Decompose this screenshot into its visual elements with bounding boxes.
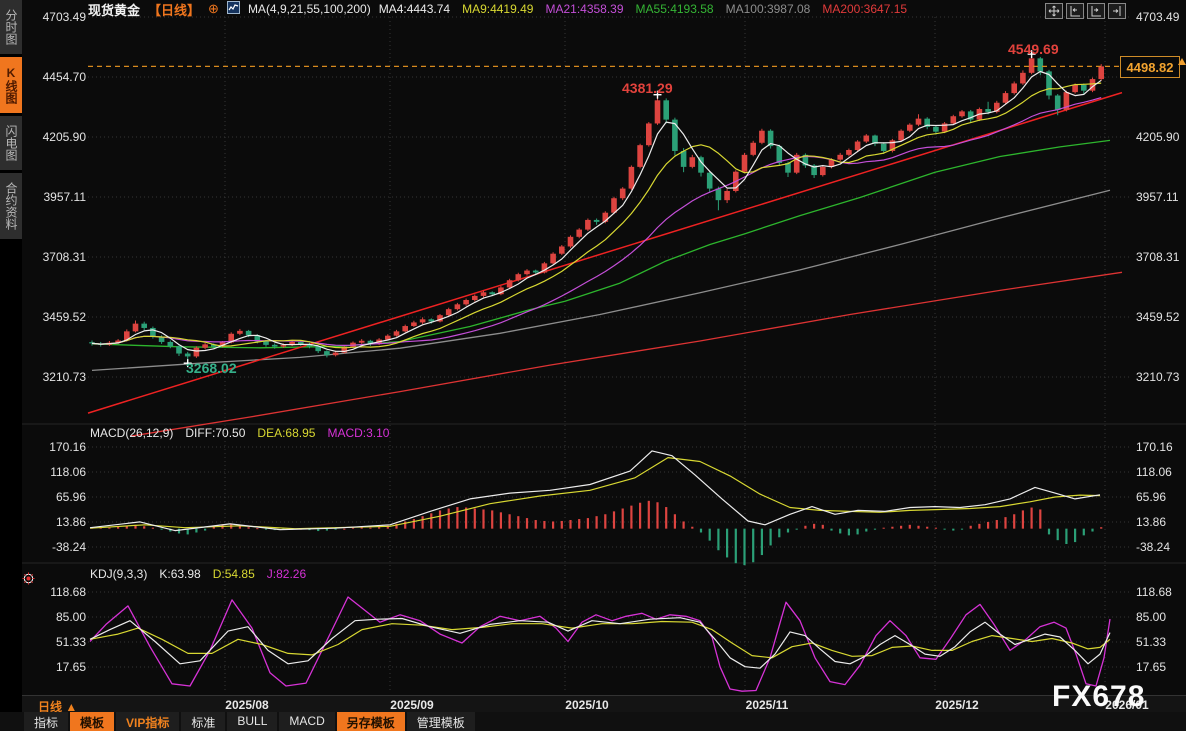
y-axis-label: 65.96 — [1136, 490, 1186, 504]
tab-模板[interactable]: 模板 — [70, 712, 114, 731]
macd-label-row: MACD(26,12,9) DIFF:70.50 DEA:68.95 MACD:… — [90, 426, 389, 440]
y-axis-label: 17.65 — [28, 660, 86, 674]
y-axis-label: 85.00 — [28, 610, 86, 624]
y-axis-label: 51.33 — [28, 635, 86, 649]
ma-value-label: MA55:4193.58 — [636, 2, 714, 16]
y-axis-label: 51.33 — [1136, 635, 1186, 649]
price-up-arrow-icon — [1178, 58, 1186, 65]
tab-标准[interactable]: 标准 — [181, 712, 225, 731]
kdj-label-row: KDJ(9,3,3) K:63.98 D:54.85 J:82.26 — [90, 567, 306, 581]
y-axis-label: 170.16 — [28, 440, 86, 454]
annotation-peak-oct: 4381.29 — [622, 80, 673, 96]
move-right-icon[interactable] — [1108, 3, 1126, 19]
period-badge: 【日线】 — [148, 0, 200, 19]
y-axis-label: 3957.11 — [28, 190, 86, 204]
compress-right-icon[interactable] — [1087, 3, 1105, 19]
y-axis-label: 3459.52 — [28, 310, 86, 324]
y-axis-label: 4205.90 — [1136, 130, 1186, 144]
y-axis-label: 118.68 — [28, 585, 86, 599]
sidebar-item-合约资料[interactable]: 合约资料 — [0, 173, 22, 239]
compress-left-icon[interactable] — [1066, 3, 1084, 19]
y-axis-label: 4454.70 — [28, 70, 86, 84]
ma-legend: MA4:4443.74 MA9:4419.49 MA21:4358.39 MA55:4… — [379, 2, 907, 16]
y-axis-label: 4703.49 — [28, 10, 86, 24]
sidebar: 分时图 K线图闪电图合约资料 — [0, 0, 22, 731]
kdj-d-value: D:54.85 — [213, 567, 255, 581]
tab-VIP指标[interactable]: VIP指标 — [116, 712, 179, 731]
y-axis-label: 65.96 — [28, 490, 86, 504]
x-axis-date: 2025/08 — [225, 698, 268, 712]
y-axis-label: 3708.31 — [1136, 250, 1186, 264]
annotation-low-aug: 3268.02 — [186, 360, 237, 376]
ma-value-label: MA21:4358.39 — [545, 2, 623, 16]
macd-diff-value: DIFF:70.50 — [185, 426, 245, 440]
add-indicator-icon[interactable]: ⊕ — [208, 3, 219, 15]
sidebar-item-闪电图[interactable]: 闪电图 — [0, 116, 22, 170]
annotation-peak-dec: 4549.69 — [1008, 41, 1059, 57]
y-axis-label: 3708.31 — [28, 250, 86, 264]
ma-value-label: MA4:4443.74 — [379, 2, 450, 16]
chart-canvas[interactable] — [0, 0, 1186, 731]
x-axis-date: 2025/10 — [565, 698, 608, 712]
y-axis-label: 3957.11 — [1136, 190, 1186, 204]
tab-管理模板[interactable]: 管理模板 — [407, 712, 475, 731]
y-axis-label: 4703.49 — [1136, 10, 1186, 24]
kdj-j-value: J:82.26 — [267, 567, 306, 581]
x-axis-date: 2025/12 — [935, 698, 978, 712]
y-axis-label: 118.68 — [1136, 585, 1186, 599]
y-axis-label: -38.24 — [28, 540, 86, 554]
y-axis-label: 85.00 — [1136, 610, 1186, 624]
symbol-title: 现货黄金 — [88, 0, 140, 19]
watermark: FX678 — [1052, 680, 1145, 714]
x-axis-date: 2025/09 — [390, 698, 433, 712]
y-axis-label: 118.06 — [28, 465, 86, 479]
y-axis-label: 13.86 — [1136, 515, 1186, 529]
tab-BULL[interactable]: BULL — [227, 712, 277, 731]
bottom-toolbar: 指标模板VIP指标标准BULLMACD另存模板管理模板 — [0, 712, 1186, 731]
ma-value-label: MA9:4419.49 — [462, 2, 533, 16]
macd-title: MACD(26,12,9) — [90, 426, 173, 440]
y-axis-label: 17.65 — [1136, 660, 1186, 674]
current-price-box: 4498.82 — [1120, 56, 1180, 78]
tab-指标[interactable]: 指标 — [24, 712, 68, 731]
app-window: 分时图 K线图闪电图合约资料 现货黄金【日线】 ⊕ MA(4,9,21,55,100… — [0, 0, 1186, 731]
kdj-k-value: K:63.98 — [159, 567, 200, 581]
x-axis-strip: 日线 ▲ 2025/082025/092025/102025/112025/12… — [22, 695, 1186, 713]
alert-icon — [22, 572, 35, 590]
y-axis-label: 3210.73 — [28, 370, 86, 384]
macd-dea-value: DEA:68.95 — [257, 426, 315, 440]
y-axis-label: 170.16 — [1136, 440, 1186, 454]
ma-value-label: MA200:3647.15 — [822, 2, 907, 16]
tab-另存模板[interactable]: 另存模板 — [337, 712, 405, 731]
tab-MACD[interactable]: MACD — [279, 712, 334, 731]
y-axis-label: 3459.52 — [1136, 310, 1186, 324]
ma-value-label: MA100:3987.08 — [726, 2, 811, 16]
x-axis-date: 2025/11 — [746, 698, 789, 712]
y-axis-label: 13.86 — [28, 515, 86, 529]
ma-settings-label: MA(4,9,21,55,100,200) — [248, 2, 371, 16]
sidebar-item-K线图[interactable]: K线图 — [0, 57, 22, 113]
y-axis-label: 118.06 — [1136, 465, 1186, 479]
chart-header: 现货黄金【日线】 ⊕ MA(4,9,21,55,100,200) MA4:4443… — [88, 1, 907, 17]
pan-tool-icon[interactable] — [1045, 3, 1063, 19]
macd-macd-value: MACD:3.10 — [327, 426, 389, 440]
y-axis-label: -38.24 — [1136, 540, 1186, 554]
y-axis-label: 4205.90 — [28, 130, 86, 144]
y-axis-label: 3210.73 — [1136, 370, 1186, 384]
mini-chart-icon — [227, 1, 240, 17]
kdj-title: KDJ(9,3,3) — [90, 567, 147, 581]
sidebar-item-分时图[interactable]: 分时图 — [0, 0, 22, 54]
chart-toolbar — [1045, 3, 1126, 19]
